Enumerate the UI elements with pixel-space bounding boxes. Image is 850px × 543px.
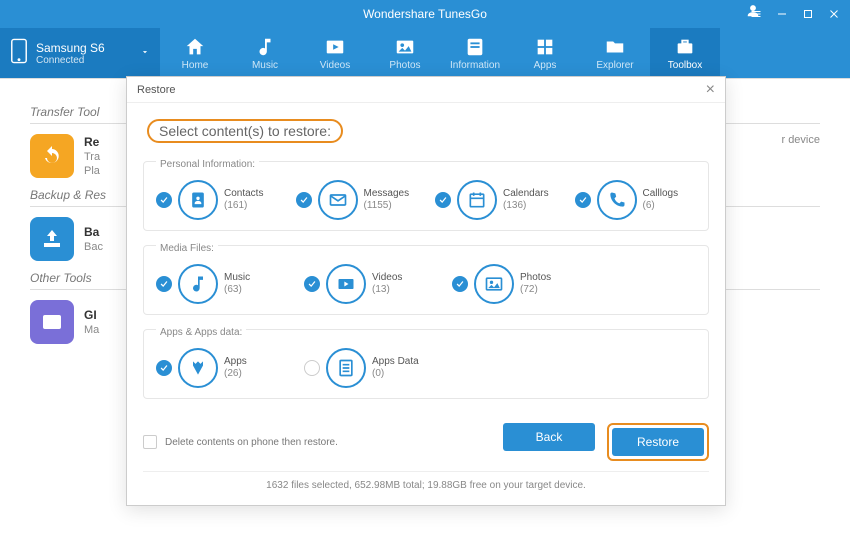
check-icon[interactable] (296, 192, 312, 208)
device-selector[interactable]: Samsung S6 Connected (0, 28, 160, 78)
delete-option-label: Delete contents on phone then restore. (165, 437, 338, 448)
calllogs-icon (597, 180, 637, 220)
nav-photos[interactable]: Photos (370, 28, 440, 78)
back-button[interactable]: Back (503, 423, 595, 451)
group-media: Media Files: Music(63) Videos(13) Photos… (143, 245, 709, 315)
restore-modal: Restore × Select content(s) to restore: … (126, 76, 726, 506)
item-music[interactable]: Music(63) (156, 264, 286, 304)
menu-icon[interactable] (746, 4, 766, 24)
check-icon[interactable] (304, 276, 320, 292)
modal-titlebar: Restore × (127, 77, 725, 103)
card-restore[interactable]: ReTraPla (30, 134, 100, 178)
group-personal-label: Personal Information: (156, 159, 259, 170)
card-right-text: r device (781, 134, 820, 178)
nav-music[interactable]: Music (230, 28, 300, 78)
check-icon[interactable] (304, 360, 320, 376)
chevron-down-icon (140, 44, 150, 62)
modal-title: Restore (137, 84, 176, 96)
apps-icon (178, 348, 218, 388)
modal-heading: Select content(s) to restore: (147, 119, 343, 143)
app-title: Wondershare TunesGo (363, 7, 487, 21)
nav-home[interactable]: Home (160, 28, 230, 78)
item-messages[interactable]: Messages(1155) (296, 180, 418, 220)
nav-information[interactable]: Information (440, 28, 510, 78)
restore-icon (30, 134, 74, 178)
check-icon[interactable] (156, 360, 172, 376)
item-videos[interactable]: Videos(13) (304, 264, 434, 304)
nav-apps[interactable]: Apps (510, 28, 580, 78)
contacts-icon (178, 180, 218, 220)
close-icon[interactable] (824, 4, 844, 24)
check-icon[interactable] (156, 276, 172, 292)
group-apps-label: Apps & Apps data: (156, 327, 246, 338)
gif-icon (30, 300, 74, 344)
item-apps[interactable]: Apps(26) (156, 348, 286, 388)
backup-icon (30, 217, 74, 261)
card-gif[interactable]: GIMa (30, 300, 99, 344)
maximize-icon[interactable] (798, 4, 818, 24)
titlebar: Wondershare TunesGo (0, 0, 850, 28)
item-calendars[interactable]: Calendars(136) (435, 180, 557, 220)
check-icon[interactable] (575, 192, 591, 208)
item-calllogs[interactable]: Calllogs(6) (575, 180, 697, 220)
item-photos[interactable]: Photos(72) (452, 264, 582, 304)
minimize-icon[interactable] (772, 4, 792, 24)
group-media-label: Media Files: (156, 243, 218, 254)
modal-footer: Delete contents on phone then restore. B… (143, 413, 709, 465)
messages-icon (318, 180, 358, 220)
phone-icon (10, 38, 28, 69)
delete-checkbox[interactable] (143, 435, 157, 449)
nav-explorer[interactable]: Explorer (580, 28, 650, 78)
modal-close-icon[interactable]: × (706, 81, 715, 99)
check-icon[interactable] (156, 192, 172, 208)
restore-button[interactable]: Restore (612, 428, 704, 456)
check-icon[interactable] (452, 276, 468, 292)
calendars-icon (457, 180, 497, 220)
check-icon[interactable] (435, 192, 451, 208)
device-status: Connected (36, 55, 105, 66)
group-personal: Personal Information: Contacts(161) Mess… (143, 161, 709, 231)
nav: Home Music Videos Photos Information App… (160, 28, 850, 78)
group-apps: Apps & Apps data: Apps(26) Apps Data(0) (143, 329, 709, 399)
card-backup[interactable]: BaBac (30, 217, 103, 261)
music-icon (178, 264, 218, 304)
photos-icon (474, 264, 514, 304)
nav-toolbox[interactable]: Toolbox (650, 28, 720, 78)
item-appsdata[interactable]: Apps Data(0) (304, 348, 434, 388)
videos-icon (326, 264, 366, 304)
item-contacts[interactable]: Contacts(161) (156, 180, 278, 220)
nav-videos[interactable]: Videos (300, 28, 370, 78)
status-text: 1632 files selected, 652.98MB total; 19.… (143, 471, 709, 495)
device-name: Samsung S6 (36, 41, 105, 55)
toolbar: Samsung S6 Connected Home Music Videos P… (0, 28, 850, 78)
appsdata-icon (326, 348, 366, 388)
